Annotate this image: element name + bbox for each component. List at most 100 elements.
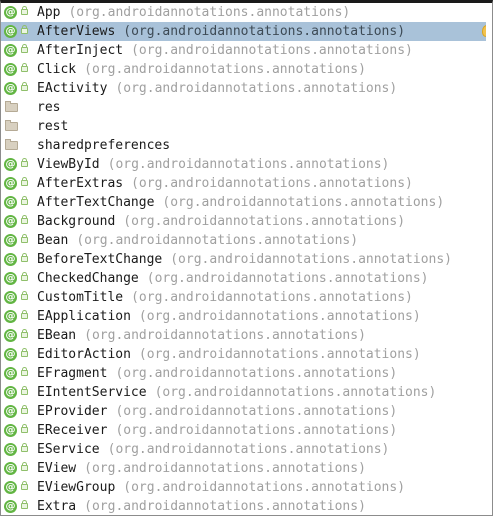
public-access-icon	[21, 44, 28, 53]
package-folder-icon	[5, 139, 18, 150]
completion-item-name: EActivity	[37, 81, 108, 96]
completion-item[interactable]: @ EApplication (org.androidannotations.ann…	[1, 307, 492, 326]
completion-item-name: ViewById	[37, 157, 100, 172]
completion-item[interactable]: @ EView (org.androidannotations.annotation…	[1, 459, 492, 478]
annotation-icon: @	[4, 291, 17, 304]
completion-item-name: CustomTitle	[37, 290, 124, 305]
public-access-icon	[21, 158, 28, 167]
annotation-icon: @	[4, 443, 17, 456]
completion-item-package: (org.androidannotations.annotations)	[123, 214, 406, 229]
completion-item-name: Bean	[37, 233, 69, 248]
completion-item-package: (org.androidannotations.annotations)	[131, 176, 413, 191]
completion-item-name: EBean	[37, 328, 77, 343]
completion-item[interactable]: @ EditorAction (org.androidannotations.ann…	[1, 345, 492, 364]
public-access-icon	[21, 253, 28, 262]
annotation-icon: @	[4, 405, 17, 418]
public-access-icon	[21, 291, 28, 300]
completion-item-package: (org.androidannotations.annotations)	[154, 385, 437, 400]
completion-item[interactable]: sharedpreferences	[1, 136, 492, 155]
completion-item-name: rest	[37, 119, 69, 134]
completion-item-name: EIntentService	[37, 385, 147, 400]
annotation-icon: @	[4, 158, 17, 171]
completion-item-package: (org.androidannotations.annotations)	[170, 252, 452, 267]
completion-item[interactable]: @ CheckedChange (org.androidannotations.an…	[1, 269, 492, 288]
completion-item-package: (org.androidannotations.annotations)	[146, 271, 429, 286]
annotation-icon: @	[4, 348, 17, 361]
completion-item[interactable]: @ CustomTitle (org.androidannotations.anno…	[1, 288, 492, 307]
completion-item-name: AfterViews	[37, 24, 116, 39]
completion-item[interactable]: @ EReceiver (org.androidannotations.annota…	[1, 421, 492, 440]
completion-item-package: (org.androidannotations.annotations)	[84, 499, 366, 514]
completion-item-package: (org.androidannotations.annotations)	[131, 290, 413, 305]
completion-item-name: BeforeTextChange	[37, 252, 163, 267]
completion-item[interactable]: @ AfterInject (org.androidannotations.anno…	[1, 41, 492, 60]
scrollbar[interactable]	[486, 3, 492, 515]
completion-item[interactable]: @ Extra (org.androidannotations.annotation…	[1, 497, 492, 515]
annotation-icon: @	[4, 196, 17, 209]
public-access-icon	[21, 386, 28, 395]
completion-item-name: res	[37, 100, 61, 115]
annotation-icon: @	[4, 386, 17, 399]
completion-item[interactable]: @ App (org.androidannotations.annotations)	[1, 3, 492, 22]
completion-item[interactable]: @ EProvider (org.androidannotations.annota…	[1, 402, 492, 421]
completion-item-name: AfterInject	[37, 43, 124, 58]
completion-item-name: CheckedChange	[37, 271, 139, 286]
annotation-icon: @	[4, 424, 17, 437]
completion-item-name: sharedpreferences	[37, 138, 171, 153]
annotation-icon: @	[4, 481, 17, 494]
completion-item-name: Extra	[37, 499, 77, 514]
public-access-icon	[21, 367, 28, 376]
completion-list: @ App (org.androidannotations.annotations)…	[1, 3, 492, 515]
public-access-icon	[21, 272, 28, 281]
public-access-icon	[21, 234, 28, 243]
public-access-icon	[21, 6, 28, 15]
completion-item[interactable]: @ EViewGroup (org.androidannotations.annot…	[1, 478, 492, 497]
completion-item-name: Background	[37, 214, 116, 229]
public-access-icon	[21, 329, 28, 338]
annotation-icon: @	[4, 25, 17, 38]
completion-item[interactable]: res	[1, 98, 492, 117]
annotation-icon: @	[4, 63, 17, 76]
completion-item-package: (org.androidannotations.annotations)	[131, 43, 413, 58]
completion-item-name: EFragment	[37, 366, 108, 381]
annotation-icon: @	[4, 215, 17, 228]
public-access-icon	[21, 215, 28, 224]
public-access-icon	[21, 424, 28, 433]
annotation-icon: @	[4, 44, 17, 57]
annotation-icon: @	[4, 310, 17, 323]
completion-item-package: (org.androidannotations.annotations)	[123, 24, 406, 39]
completion-item[interactable]: @ Bean (org.androidannotations.annotations…	[1, 231, 492, 250]
package-folder-icon	[5, 120, 18, 131]
public-access-icon	[21, 443, 28, 452]
public-access-icon	[21, 196, 28, 205]
completion-item[interactable]: @ ViewById (org.androidannotations.annotat…	[1, 155, 492, 174]
completion-item[interactable]: @ EActivity (org.androidannotations.annota…	[1, 79, 492, 98]
completion-item-package: (org.androidannotations.annotations)	[76, 233, 359, 248]
completion-item-package: (org.androidannotations.annotations)	[115, 366, 398, 381]
completion-item-package: (org.androidannotations.annotations)	[115, 81, 398, 96]
completion-item[interactable]: rest	[1, 117, 492, 136]
completion-item-name: AfterExtras	[37, 176, 124, 191]
completion-item-package: (org.androidannotations.annotations)	[115, 423, 398, 438]
completion-item[interactable]: @ AfterExtras (org.androidannotations.anno…	[1, 174, 492, 193]
completion-item-package: (org.androidannotations.annotations)	[107, 157, 390, 172]
annotation-icon: @	[4, 367, 17, 380]
completion-item-name: EReceiver	[37, 423, 108, 438]
completion-item[interactable]: @ AfterTextChange (org.androidannotations.…	[1, 193, 492, 212]
completion-item-name: AfterTextChange	[37, 195, 155, 210]
completion-item[interactable]: @ EFragment (org.androidannotations.annota…	[1, 364, 492, 383]
completion-item[interactable]: @ BeforeTextChange (org.androidannotations…	[1, 250, 492, 269]
public-access-icon	[21, 25, 28, 34]
completion-item[interactable]: @ EBean (org.androidannotations.annotation…	[1, 326, 492, 345]
completion-item[interactable]: @ EService (org.androidannotations.annotat…	[1, 440, 492, 459]
public-access-icon	[21, 481, 28, 490]
completion-item-package: (org.androidannotations.annotations)	[138, 309, 421, 324]
public-access-icon	[21, 310, 28, 319]
completion-item[interactable]: @ Click (org.androidannotations.annotation…	[1, 60, 492, 79]
public-access-icon	[21, 177, 28, 186]
completion-item[interactable]: @ Background (org.androidannotations.annot…	[1, 212, 492, 231]
annotation-icon: @	[4, 82, 17, 95]
completion-item[interactable]: @ EIntentService (org.androidannotations.a…	[1, 383, 492, 402]
completion-item-selected[interactable]: @ AfterViews (org.androidannotations.annot…	[1, 22, 492, 41]
public-access-icon	[21, 82, 28, 91]
